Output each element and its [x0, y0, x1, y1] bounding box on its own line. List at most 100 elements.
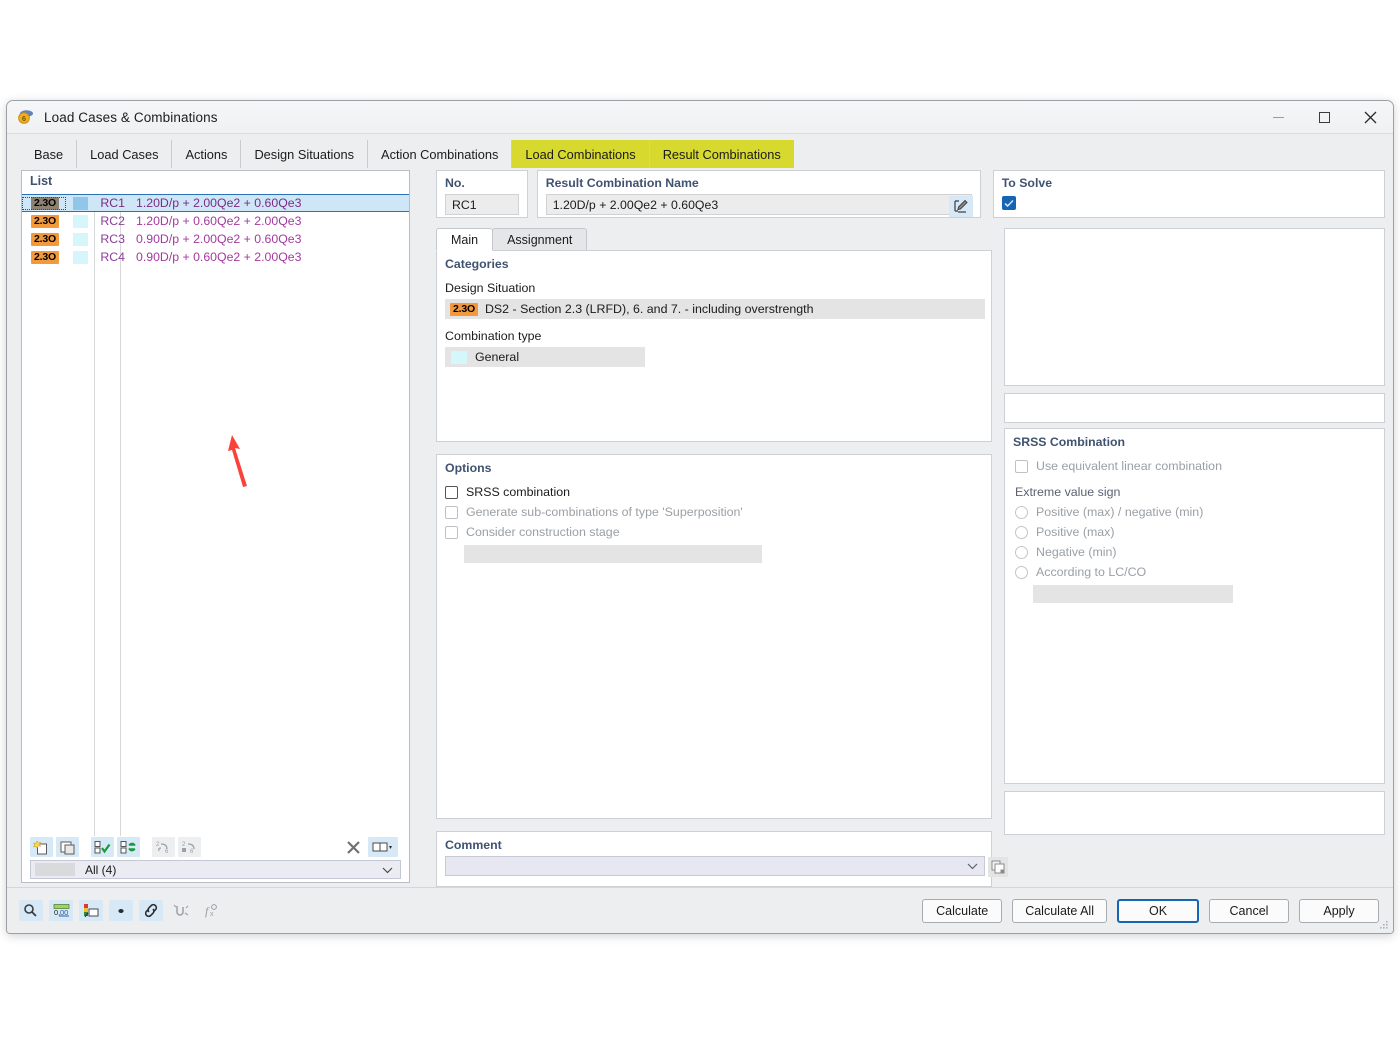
combination-name: 0.90D/p + 2.00Qe2 + 0.60Qe3: [136, 232, 302, 246]
apply-button[interactable]: Apply: [1299, 898, 1379, 923]
design-situation-badge: 2.3O: [31, 196, 59, 210]
invert-selection-icon[interactable]: [117, 837, 140, 857]
empty-panel-middle: [1004, 393, 1385, 423]
categories-title: Categories: [445, 257, 509, 271]
srss-column: SRSS Combination Use equivalent linear c…: [1004, 228, 1385, 887]
design-situation-select[interactable]: 2.3O DS2 - Section 2.3 (LRFD), 6. and 7.…: [445, 299, 985, 319]
color-swatch-cell: [66, 232, 94, 246]
radio-according-to-lc-co: According to LC/CO: [1015, 565, 1384, 579]
srss-combination-label: SRSS combination: [466, 485, 570, 499]
svg-text:6: 6: [165, 849, 169, 855]
dialog-window: 6 Load Cases & Combinations Base Load Ca…: [6, 100, 1394, 934]
to-solve-checkbox[interactable]: [1001, 196, 1016, 210]
edit-pencil-icon[interactable]: [948, 196, 973, 217]
details-top-strip: No. RC1 Result Combination Name 1.20D/p …: [436, 170, 1385, 218]
minimize-icon[interactable]: [1255, 101, 1301, 134]
ok-button[interactable]: OK: [1117, 898, 1199, 923]
link-icon[interactable]: [139, 900, 163, 921]
svg-text:x: x: [210, 911, 214, 918]
tab-label: Result Combinations: [662, 146, 781, 162]
tab-label: Design Situations: [254, 146, 355, 162]
bottom-bar: 0, 00 f x Calculate Calculate All OK Can…: [7, 887, 1393, 933]
combination-name: 0.90D/p + 0.60Qe2 + 2.00Qe3: [136, 250, 302, 264]
design-situation-cell: 2.3O: [22, 214, 66, 228]
tab-label: Actions: [185, 146, 228, 162]
tab-assignment[interactable]: Assignment: [492, 228, 588, 251]
checkbox-box: [445, 485, 458, 499]
close-icon[interactable]: [1347, 101, 1393, 134]
table-row[interactable]: 2.3O RC3 0.90D/p + 2.00Qe2 + 0.60Qe3: [22, 230, 409, 248]
srss-combination-checkbox[interactable]: SRSS combination: [445, 485, 991, 499]
combinations-list-panel: List 2.3O RC1 1.20D/p + 2.00Qe2 + 0.60Qe…: [21, 170, 410, 883]
svg-text:6: 6: [22, 114, 26, 123]
tab-label: Base: [34, 146, 64, 162]
design-situation-label: Design Situation: [445, 281, 536, 295]
resize-grip-icon[interactable]: [1379, 920, 1389, 930]
list-filter-dropdown[interactable]: All (4): [30, 860, 401, 879]
details-region: No. RC1 Result Combination Name 1.20D/p …: [419, 170, 1385, 887]
new-combination-icon[interactable]: [30, 837, 53, 857]
list-filter-label: All (4): [85, 862, 117, 877]
calculate-button[interactable]: Calculate: [922, 898, 1003, 923]
tab-main[interactable]: Main: [436, 228, 494, 251]
empty-panel-bottom: [1004, 791, 1385, 835]
units-icon[interactable]: [19, 900, 43, 921]
title-bar: 6 Load Cases & Combinations: [7, 101, 1393, 134]
radio-label: Positive (max) / negative (min): [1036, 505, 1204, 519]
srss-combination-card: SRSS Combination Use equivalent linear c…: [1004, 428, 1385, 784]
checkbox-box: [1015, 459, 1028, 473]
cancel-button[interactable]: Cancel: [1209, 898, 1289, 923]
combination-no: RC2: [100, 214, 125, 228]
tab-actions[interactable]: Actions: [172, 140, 242, 168]
name-input[interactable]: 1.20D/p + 2.00Qe2 + 0.60Qe3: [545, 194, 972, 215]
design-situation-badge: 2.3O: [31, 214, 59, 228]
tab-load-cases[interactable]: Load Cases: [77, 140, 173, 168]
no-input[interactable]: RC1: [445, 194, 519, 215]
tab-design-situations[interactable]: Design Situations: [241, 140, 369, 168]
table-row[interactable]: 2.3O RC4 0.90D/p + 0.60Qe2 + 2.00Qe3: [22, 248, 409, 266]
combination-name: 1.20D/p + 2.00Qe2 + 0.60Qe3: [136, 196, 302, 210]
window-controls: [1255, 101, 1393, 134]
maximize-icon[interactable]: [1301, 101, 1347, 134]
options-title: Options: [445, 461, 492, 475]
color-swatch: [72, 214, 88, 228]
to-solve-label: To Solve: [1001, 176, 1053, 190]
calculate-all-button[interactable]: Calculate All: [1012, 898, 1107, 923]
chevron-down-icon[interactable]: [967, 857, 978, 875]
tab-base[interactable]: Base: [21, 140, 78, 168]
decimal-places-icon[interactable]: 0, 00: [49, 900, 73, 921]
color-swatch: [72, 250, 88, 264]
dot-icon[interactable]: [109, 900, 133, 921]
comment-title: Comment: [445, 838, 502, 852]
radio-negative-min: Negative (min): [1015, 545, 1384, 559]
color-swatch: [72, 196, 88, 210]
tab-action-combinations[interactable]: Action Combinations: [368, 140, 513, 168]
no-field-group: No. RC1: [436, 170, 528, 218]
delete-icon[interactable]: [342, 837, 365, 857]
view-columns-icon[interactable]: [368, 837, 398, 857]
generate-subcombinations-checkbox: Generate sub-combinations of type 'Super…: [445, 505, 991, 519]
table-row[interactable]: 2.3O RC2 1.20D/p + 0.60Qe2 + 2.00Qe3: [22, 212, 409, 230]
tab-load-combinations[interactable]: Load Combinations: [512, 140, 650, 168]
combination-type-value: General: [475, 350, 520, 364]
combination-type-label: Combination type: [445, 329, 542, 343]
inner-tab-label: Main: [451, 232, 479, 247]
empty-panel-top: [1004, 228, 1385, 386]
tab-result-combinations[interactable]: Result Combinations: [649, 140, 794, 168]
copy-combination-icon[interactable]: [56, 837, 79, 857]
radio-positive-max-negative-min: Positive (max) / negative (min): [1015, 505, 1384, 519]
lc-co-field: [1033, 585, 1233, 603]
comment-input[interactable]: [445, 856, 1008, 877]
construction-stage-field: [464, 545, 762, 563]
radio-circle: [1015, 565, 1028, 579]
renumber-icon: 2 6: [152, 837, 175, 857]
select-all-icon[interactable]: [91, 837, 114, 857]
dialog-body: List 2.3O RC1 1.20D/p + 2.00Qe2 + 0.60Qe…: [7, 168, 1393, 933]
combination-type-select[interactable]: General: [445, 347, 645, 367]
colors-icon[interactable]: [79, 900, 103, 921]
table-row[interactable]: 2.3O RC1 1.20D/p + 2.00Qe2 + 0.60Qe3: [22, 194, 409, 212]
list-toolbar: 2 6 2 6: [22, 836, 409, 858]
snap-icon: [169, 900, 193, 921]
tab-label: Load Cases: [90, 146, 159, 162]
svg-text:2: 2: [156, 842, 160, 848]
